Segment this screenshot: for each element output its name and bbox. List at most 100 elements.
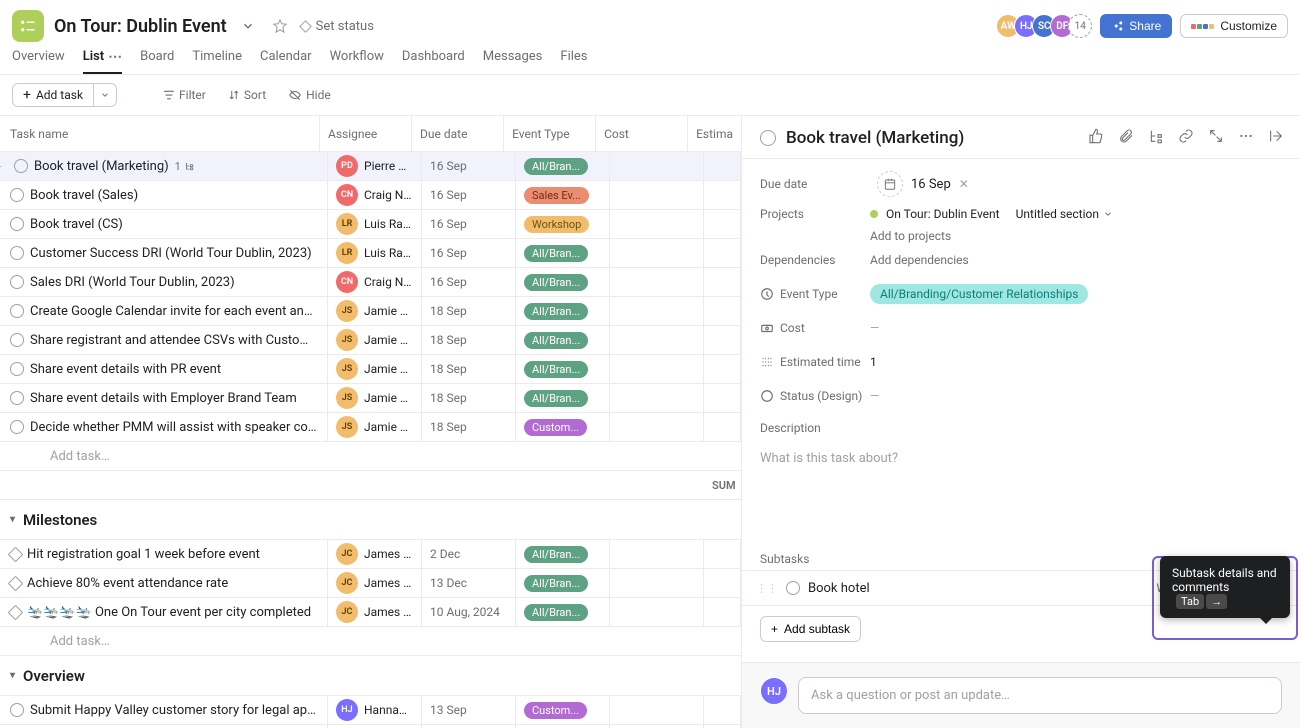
- task-name[interactable]: Decide whether PMM will assist with spea…: [30, 420, 319, 435]
- event-type-pill[interactable]: Workshop: [524, 216, 589, 233]
- cost-value[interactable]: —: [870, 321, 1282, 335]
- task-check[interactable]: [10, 246, 24, 260]
- status-value[interactable]: —: [870, 389, 1282, 403]
- task-detail-title[interactable]: Book travel (Marketing): [786, 128, 1078, 148]
- event-type-pill[interactable]: Sales Ev...: [524, 187, 589, 204]
- assignee-avatar[interactable]: JS: [336, 387, 358, 409]
- task-check[interactable]: [14, 159, 28, 173]
- task-name[interactable]: Achieve 80% event attendance rate: [27, 576, 228, 591]
- due-cell[interactable]: 13 Dec: [422, 569, 516, 597]
- col-task[interactable]: Task name: [0, 116, 320, 151]
- estimate-cell[interactable]: [704, 326, 741, 354]
- due-cell[interactable]: 16 Sep: [422, 268, 516, 296]
- assignee-avatar[interactable]: JS: [336, 300, 358, 322]
- event-type-pill[interactable]: All/Bran...: [524, 546, 588, 563]
- estimate-cell[interactable]: [704, 598, 741, 626]
- tab-workflow[interactable]: Workflow: [330, 49, 384, 74]
- milestone-check[interactable]: [8, 604, 24, 620]
- add-dependencies-link[interactable]: Add dependencies: [870, 253, 969, 267]
- cost-cell[interactable]: [610, 239, 704, 267]
- estimate-cell[interactable]: [704, 297, 741, 325]
- task-row[interactable]: ▸Book travel (Marketing)1 PDPierre Dayon…: [0, 152, 741, 181]
- task-row[interactable]: Create Google Calendar invite for each e…: [0, 297, 741, 326]
- event-type-pill[interactable]: All/Bran...: [524, 575, 588, 592]
- event-type-value[interactable]: All/Branding/Customer Relationships: [870, 284, 1088, 304]
- tab-messages[interactable]: Messages: [483, 49, 543, 74]
- cost-cell[interactable]: [610, 297, 704, 325]
- section-header[interactable]: ▾Overview: [0, 656, 741, 696]
- col-estimate[interactable]: Estima: [688, 116, 741, 151]
- project-icon[interactable]: [12, 10, 44, 42]
- task-name[interactable]: Submit Happy Valley customer story for l…: [30, 703, 319, 718]
- chevron-down-icon[interactable]: ▾: [10, 514, 15, 525]
- task-name[interactable]: Book travel (Marketing): [34, 159, 169, 174]
- estimate-cell[interactable]: [704, 540, 741, 568]
- tab-files[interactable]: Files: [560, 49, 587, 74]
- link-icon[interactable]: [1178, 128, 1194, 148]
- assignee-avatar[interactable]: JS: [336, 329, 358, 351]
- due-cell[interactable]: 18 Sep: [422, 384, 516, 412]
- star-icon[interactable]: [269, 15, 291, 37]
- tab-timeline[interactable]: Timeline: [192, 49, 242, 74]
- task-row[interactable]: 🛬🛬🛬🛬 One On Tour event per city complete…: [0, 598, 741, 627]
- estimate-cell[interactable]: [704, 210, 741, 238]
- task-check[interactable]: [10, 217, 24, 231]
- cost-cell[interactable]: [610, 355, 704, 383]
- event-type-pill[interactable]: All/Bran...: [524, 390, 588, 407]
- task-row[interactable]: Share event details with Employer Brand …: [0, 384, 741, 413]
- task-row[interactable]: Share registrant and attendee CSVs with …: [0, 326, 741, 355]
- cost-cell[interactable]: [610, 152, 704, 180]
- due-cell[interactable]: 16 Sep: [422, 181, 516, 209]
- task-name[interactable]: Book travel (Sales): [30, 188, 138, 203]
- event-type-pill[interactable]: All/Bran...: [524, 158, 588, 175]
- task-check[interactable]: [10, 304, 24, 318]
- add-task-inline[interactable]: Add task…: [0, 442, 741, 471]
- subtask-name[interactable]: Book hotel: [808, 581, 1148, 596]
- like-icon[interactable]: [1088, 128, 1104, 148]
- project-title[interactable]: On Tour: Dublin Event: [54, 16, 227, 37]
- more-icon[interactable]: [1238, 128, 1254, 148]
- add-task-split-button[interactable]: +Add task: [12, 83, 117, 107]
- cost-cell[interactable]: [610, 598, 704, 626]
- col-event-type[interactable]: Event Type: [504, 116, 596, 151]
- project-menu-chevron[interactable]: [237, 15, 259, 37]
- estimate-cell[interactable]: [704, 181, 741, 209]
- assignee-avatar[interactable]: LR: [336, 242, 358, 264]
- task-name[interactable]: Sales DRI (World Tour Dublin, 2023): [30, 275, 235, 290]
- estimate-cell[interactable]: [704, 413, 741, 441]
- subtask-check[interactable]: [786, 581, 800, 595]
- cost-cell[interactable]: [610, 326, 704, 354]
- member-avatars[interactable]: AWHJSCDF14: [996, 14, 1092, 38]
- add-task-dropdown[interactable]: [94, 83, 117, 107]
- task-name[interactable]: 🛬🛬🛬🛬 One On Tour event per city complete…: [27, 605, 311, 620]
- task-check[interactable]: [10, 362, 24, 376]
- clear-date-icon[interactable]: ✕: [959, 177, 969, 191]
- task-check[interactable]: [10, 275, 24, 289]
- add-task-button[interactable]: +Add task: [12, 83, 94, 107]
- assignee-avatar[interactable]: CN: [336, 184, 358, 206]
- task-check[interactable]: [10, 391, 24, 405]
- project-section-select[interactable]: Untitled section: [1016, 207, 1113, 221]
- sort-button[interactable]: Sort: [222, 84, 272, 106]
- task-row[interactable]: Hit registration goal 1 week before even…: [0, 540, 741, 569]
- cost-cell[interactable]: [610, 210, 704, 238]
- attachment-icon[interactable]: [1118, 128, 1134, 148]
- task-name[interactable]: Hit registration goal 1 week before even…: [27, 547, 260, 562]
- add-to-projects-link[interactable]: Add to projects: [870, 229, 951, 243]
- col-assignee[interactable]: Assignee: [320, 116, 412, 151]
- task-name[interactable]: Share registrant and attendee CSVs with …: [30, 333, 319, 348]
- cost-cell[interactable]: [610, 413, 704, 441]
- event-type-pill[interactable]: All/Bran...: [524, 245, 588, 262]
- due-date-value[interactable]: 16 Sep ✕: [870, 167, 976, 201]
- event-type-pill[interactable]: All/Bran...: [524, 274, 588, 291]
- estimate-cell[interactable]: [704, 355, 741, 383]
- assignee-avatar[interactable]: JC: [336, 572, 358, 594]
- assignee-avatar[interactable]: JS: [336, 358, 358, 380]
- task-check[interactable]: [10, 188, 24, 202]
- tab-calendar[interactable]: Calendar: [260, 49, 312, 74]
- due-cell[interactable]: 16 Sep: [422, 239, 516, 267]
- event-type-pill[interactable]: Custom...: [524, 419, 587, 436]
- set-status-button[interactable]: Set status: [301, 19, 374, 34]
- tab-dashboard[interactable]: Dashboard: [402, 49, 465, 74]
- assignee-avatar[interactable]: HJ: [336, 699, 358, 721]
